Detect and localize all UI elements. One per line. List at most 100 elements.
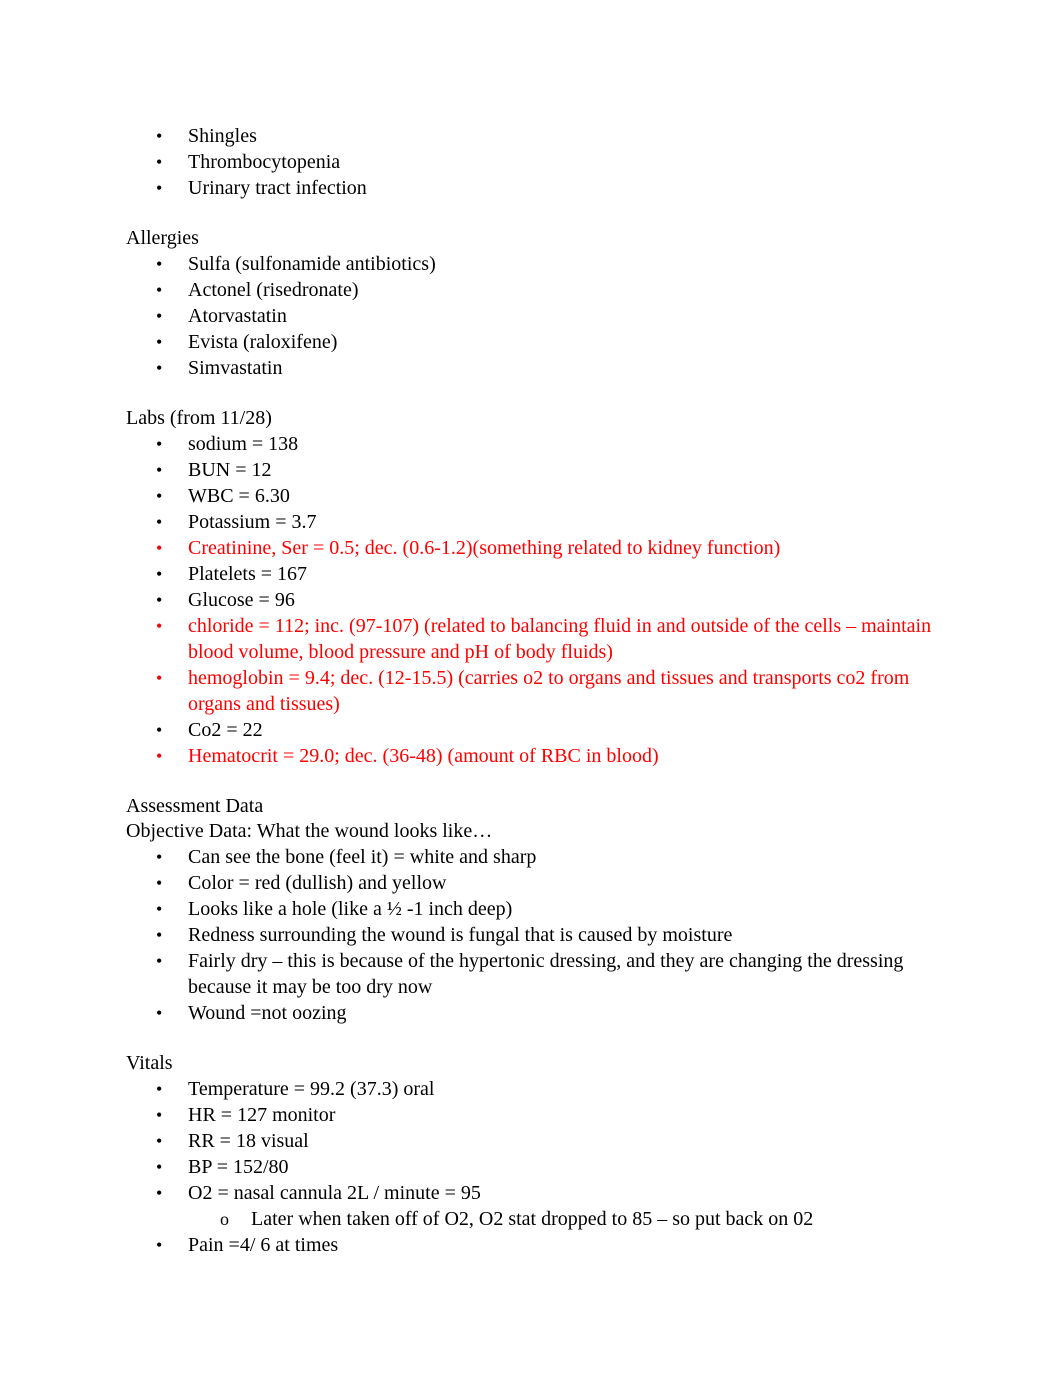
bullet-icon: • [156,1131,163,1151]
lab-item-abnormal: • Creatinine, Ser = 0.5; dec. (0.6-1.2)(s… [126,535,946,561]
lab-item-text: WBC = 6.30 [188,485,290,507]
bullet-icon: • [156,847,163,867]
vitals-heading: Vitals [126,1052,173,1074]
bullet-icon: • [156,460,163,480]
list-item-text: Fairly dry – this is because of the hype… [188,950,904,998]
list-item-text: Color = red (dullish) and yellow [188,872,447,894]
list-item-text: Thrombocytopenia [188,151,341,173]
bullet-icon: • [156,306,163,326]
list-item: • Thrombocytopenia [126,149,946,175]
list-item: • Atorvastatin [126,303,946,329]
bullet-icon: • [156,126,163,146]
lab-item: • Platelets = 167 [126,561,946,587]
lab-item-abnormal: • Hematocrit = 29.0; dec. (36-48) (amount… [126,743,946,769]
lab-item: • Co2 = 22 [126,717,946,743]
vital-sub-item-text: Later when taken off of O2, O2 stat drop… [251,1208,814,1230]
lab-item-abnormal: • chloride = 112; inc. (97-107) (related … [126,613,946,665]
list-item: • Fairly dry – this is because of the hyp… [126,948,946,1000]
lab-item: • Potassium = 3.7 [126,509,946,535]
labs-heading: Labs (from 11/28) [126,407,272,429]
bullet-icon: • [156,254,163,274]
labs-list: • sodium = 138 • BUN = 12 • WBC = 6.30 • Pot… [126,431,946,769]
vital-item-text: HR = 127 monitor [188,1104,336,1126]
bullet-icon: • [156,873,163,893]
vital-item: • BP = 152/80 [126,1154,946,1180]
bullet-icon: • [156,152,163,172]
lab-item-text: chloride = 112; inc. (97-107) (related t… [188,615,932,663]
lab-item-text: Platelets = 167 [188,563,308,585]
lab-item-text: Glucose = 96 [188,589,295,611]
list-item-text: Simvastatin [188,357,283,379]
bullet-icon: • [156,746,163,766]
list-item: • Sulfa (sulfonamide antibiotics) [126,251,946,277]
bullet-icon: • [156,720,163,740]
objective-data-subheading: Objective Data: What the wound looks lik… [126,820,493,842]
bullet-icon: • [156,280,163,300]
bullet-icon: • [156,512,163,532]
list-item-text: Wound =not oozing [188,1002,347,1024]
allergies-list: • Sulfa (sulfonamide antibiotics) • Actone… [126,251,946,381]
vital-item-text: RR = 18 visual [188,1130,309,1152]
assessment-heading: Assessment Data [126,795,264,817]
vital-item-text: Temperature = 99.2 (37.3) oral [188,1078,435,1100]
lab-item-text: sodium = 138 [188,433,299,455]
list-item-text: Actonel (risedronate) [188,279,359,301]
vital-item: • HR = 127 monitor [126,1102,946,1128]
bullet-icon: • [156,434,163,454]
list-item-text: Can see the bone (feel it) = white and s… [188,846,537,868]
vital-item-text: O2 = nasal cannula 2L / minute = 95 [188,1182,481,1204]
bullet-icon: • [156,332,163,352]
bullet-icon: • [156,538,163,558]
bullet-icon: • [156,616,163,636]
bullet-icon: • [156,1157,163,1177]
vital-sub-item: o Later when taken off of O2, O2 stat dro… [126,1206,946,1232]
bullet-icon: • [156,1003,163,1023]
lab-item-text: Co2 = 22 [188,719,263,741]
list-item: • Looks like a hole (like a ½ -1 inch dee… [126,896,946,922]
list-item: • Evista (raloxifene) [126,329,946,355]
allergies-heading: Allergies [126,227,199,249]
bullet-icon: • [156,925,163,945]
list-item: • Redness surrounding the wound is fungal… [126,922,946,948]
lab-item-abnormal: • hemoglobin = 9.4; dec. (12-15.5) (carri… [126,665,946,717]
lab-item: • sodium = 138 [126,431,946,457]
list-item: • Wound =not oozing [126,1000,946,1026]
lab-item: • BUN = 12 [126,457,946,483]
bullet-icon: • [156,486,163,506]
bullet-icon: • [156,668,163,688]
bullet-icon: • [156,1235,163,1255]
bullet-icon: • [156,951,163,971]
lab-item-text: BUN = 12 [188,459,272,481]
vital-item: • O2 = nasal cannula 2L / minute = 95 [126,1180,946,1206]
document-page: • Shingles • Thrombocytopenia • Urinary tra… [126,123,946,1258]
assessment-list: • Can see the bone (feel it) = white and … [126,844,946,1026]
list-item: • Color = red (dullish) and yellow [126,870,946,896]
vital-item-text: Pain =4/ 6 at times [188,1234,339,1256]
lab-item-text: Potassium = 3.7 [188,511,317,533]
vital-item-text: BP = 152/80 [188,1156,289,1178]
conditions-list: • Shingles • Thrombocytopenia • Urinary tra… [126,123,946,201]
bullet-icon: • [156,1079,163,1099]
list-item-text: Redness surrounding the wound is fungal … [188,924,733,946]
bullet-icon: • [156,1105,163,1125]
lab-item-text: hemoglobin = 9.4; dec. (12-15.5) (carrie… [188,667,910,715]
list-item-text: Shingles [188,125,257,147]
lab-item-text: Creatinine, Ser = 0.5; dec. (0.6-1.2)(so… [188,537,781,559]
list-item: • Urinary tract infection [126,175,946,201]
list-item-text: Atorvastatin [188,305,287,327]
bullet-icon: • [156,899,163,919]
hollow-bullet-icon: o [220,1209,229,1229]
bullet-icon: • [156,358,163,378]
list-item: • Can see the bone (feel it) = white and … [126,844,946,870]
vital-item: • RR = 18 visual [126,1128,946,1154]
vitals-list: • Temperature = 99.2 (37.3) oral • HR = 12… [126,1076,946,1258]
vital-item: • Pain =4/ 6 at times [126,1232,946,1258]
list-item: • Simvastatin [126,355,946,381]
bullet-icon: • [156,590,163,610]
bullet-icon: • [156,178,163,198]
list-item: • Actonel (risedronate) [126,277,946,303]
list-item-text: Sulfa (sulfonamide antibiotics) [188,253,436,275]
vital-item: • Temperature = 99.2 (37.3) oral [126,1076,946,1102]
bullet-icon: • [156,564,163,584]
list-item-text: Evista (raloxifene) [188,331,338,353]
